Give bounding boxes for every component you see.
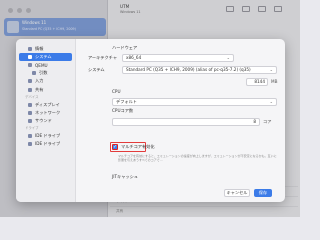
sidebar-item-sharing[interactable]: 共有 [19, 85, 72, 93]
gear-icon [28, 63, 32, 68]
architecture-select[interactable]: x86_64 ⌄ [122, 54, 234, 62]
chevron-down-icon: ⌄ [269, 67, 273, 72]
list-icon [32, 71, 36, 76]
cpu-icon [28, 55, 32, 60]
settings-sidebar: 情報 システム QEMU 引数 入力 共有 デバイス ディスプレイ ネットワーク… [16, 39, 76, 202]
multicore-label: マルチコア有効化 [121, 144, 155, 149]
settings-content: ハードウェア アーキテクチャ x86_64 ⌄ システム Standard PC… [76, 39, 285, 202]
display-icon [28, 102, 32, 107]
chevron-down-icon: ⌄ [226, 55, 230, 60]
sidebar-item-info[interactable]: 情報 [19, 45, 72, 53]
save-button[interactable]: 保存 [254, 189, 272, 197]
devices-header: デバイス [25, 94, 39, 99]
info-icon [28, 47, 32, 52]
hardware-header: ハードウェア [112, 45, 138, 50]
folder-icon [28, 87, 32, 92]
drives-header: ドライブ [25, 125, 39, 130]
jit-cache-label: JITキャッシュ [112, 174, 138, 179]
cpu-header: CPU [112, 89, 121, 94]
memory-unit: MB [271, 79, 278, 84]
cpu-cores-unit: コア [263, 119, 272, 124]
chevron-down-icon: ⌄ [269, 99, 273, 104]
cpu-select[interactable]: デフォルト ⌄ [112, 98, 277, 106]
cpu-cores-field[interactable]: 8 [112, 118, 260, 126]
sidebar-item-drive[interactable]: IDE ドライブ [19, 140, 72, 148]
memory-field[interactable]: 8144 [246, 78, 268, 86]
sidebar-item-network[interactable]: ネットワーク [19, 109, 72, 117]
sidebar-item-display[interactable]: ディスプレイ [19, 101, 72, 109]
sidebar-item-input[interactable]: 入力 [19, 77, 72, 85]
sidebar-item-qemu[interactable]: QEMU [19, 61, 72, 69]
cpu-cores-label: CPUコア数 [112, 108, 134, 113]
system-label: システム [88, 67, 105, 72]
keyboard-icon [28, 79, 32, 84]
sidebar-item-system[interactable]: システム [19, 53, 72, 62]
multicore-checkbox[interactable]: ✓ [112, 144, 118, 150]
multicore-option[interactable]: ✓ マルチコア有効化 [112, 144, 155, 150]
sidebar-item-arguments[interactable]: 引数 [19, 69, 72, 77]
architecture-label: アーキテクチャ [88, 55, 118, 60]
system-select[interactable]: Standard PC (Q35 + ICH9, 2009) (alias of… [122, 66, 277, 74]
multicore-help-text: マルチコアを有効にすると、エミュレーションの速度が向上しますが、エミュレーション… [118, 154, 277, 162]
sidebar-item-drive[interactable]: IDE ドライブ [19, 132, 72, 140]
sidebar-item-sound[interactable]: サウンド [19, 117, 72, 125]
drive-icon [28, 133, 32, 138]
vm-settings-sheet: 情報 システム QEMU 引数 入力 共有 デバイス ディスプレイ ネットワーク… [16, 39, 285, 202]
cancel-button[interactable]: キャンセル [224, 189, 250, 197]
drive-icon [28, 141, 32, 146]
network-icon [28, 110, 32, 115]
speaker-icon [28, 118, 32, 123]
